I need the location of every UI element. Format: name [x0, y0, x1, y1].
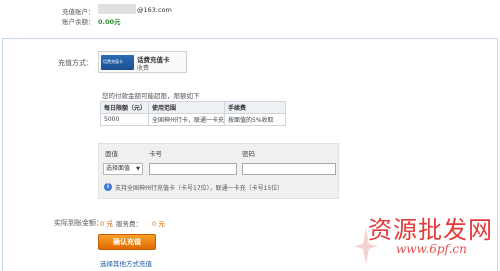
account-label: 充值账户： [62, 8, 95, 16]
limit-table: 每日限额（元） 使用范围 手续费 5000 全国神州行卡，联通一卡充 按面值的5… [100, 101, 286, 126]
col-scope: 使用范围 [147, 101, 226, 114]
account-summary: 充值账户： @163.com 账户余额： 0.00元 [0, 0, 500, 30]
face-value-select-text: 选择面值 [106, 165, 131, 172]
phone-card-option[interactable]: 话费充值卡 话费充值卡 收费 [98, 51, 187, 73]
col-fee: 手续费 [224, 101, 286, 114]
info-icon: i [104, 183, 112, 191]
balance-value: 0.00元 [98, 18, 121, 26]
account-domain: @163.com [137, 6, 172, 14]
method-label: 充值方式： [58, 59, 93, 67]
card-password-label: 密码 [242, 150, 255, 158]
card-entry-form: 面值 卡号 密码 选择面值 ▼ i 支持全国神州行充值卡（卡号17位），联通一卡… [98, 143, 339, 199]
table-row: 5000 全国神州行卡，联通一卡充 按面值的5%收取 [100, 113, 286, 126]
cell-scope: 全国神州行卡，联通一卡充 [147, 113, 226, 126]
face-value-select[interactable]: 选择面值 ▼ [103, 163, 143, 175]
table-header-row: 每日限额（元） 使用范围 手续费 [100, 101, 286, 114]
amount-separator: | [110, 218, 113, 226]
card-number-label: 卡号 [149, 150, 162, 158]
card-hint: 支持全国神州行充值卡（卡号17位），联通一卡充（卡号15位） [115, 185, 284, 192]
watermark-url: www.6pf.cn [396, 242, 467, 256]
face-value-label: 面值 [105, 150, 118, 158]
cell-daily-limit: 5000 [100, 113, 149, 126]
card-image-text: 话费充值卡 [103, 59, 123, 64]
card-password-input[interactable] [242, 163, 336, 175]
service-fee-value: 0 元 [152, 220, 165, 228]
col-daily-limit: 每日限额（元） [100, 101, 149, 114]
card-option-sub: 收费 [137, 65, 150, 72]
phone-card-image: 话费充值卡 [101, 55, 134, 70]
chevron-down-icon: ▼ [136, 166, 140, 172]
actual-amount-label: 实际到账金额： [54, 219, 103, 227]
confirm-recharge-button[interactable]: 确认充值 [98, 234, 156, 250]
limit-note: 您的付款金额可能超限，限额如下 [102, 92, 200, 100]
watermark-main: 资源批发网 [368, 216, 493, 244]
balance-label: 账户余额： [62, 18, 95, 26]
other-method-link[interactable]: 选择其他方式充值 [100, 258, 152, 268]
service-fee-label: 服务费： [116, 220, 142, 228]
cell-fee: 按面值的5%收取 [224, 113, 286, 126]
card-number-input[interactable] [149, 163, 237, 175]
account-name-redacted [98, 4, 136, 14]
watermark: 资源批发网 www.6pf.cn [352, 210, 498, 270]
